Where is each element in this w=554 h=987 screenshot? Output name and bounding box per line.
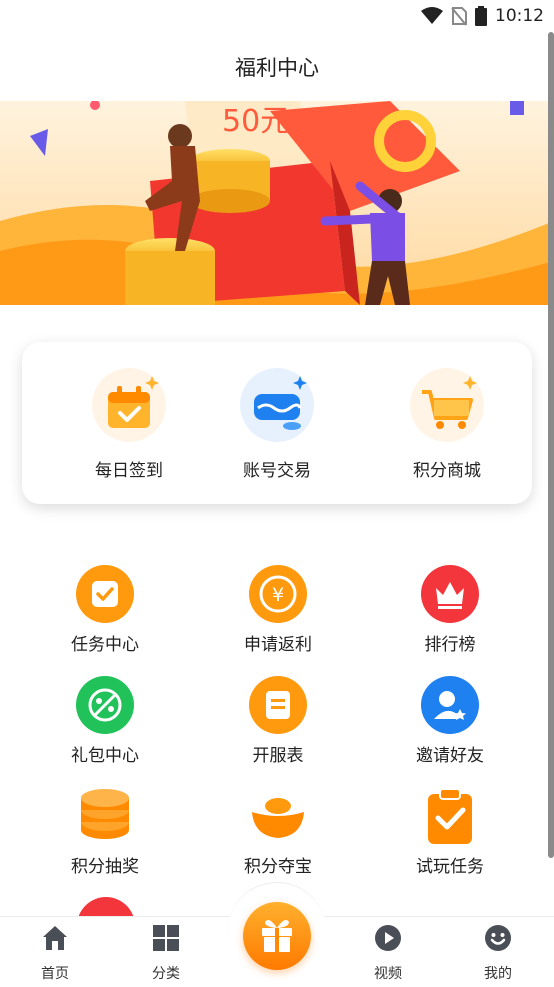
feature-points-treasure[interactable]: 积分夺宝 <box>208 786 348 877</box>
status-time: 10:12 <box>495 6 544 26</box>
quick-action-label: 账号交易 <box>243 461 311 481</box>
yuan-coin-icon: ¥ <box>248 564 308 624</box>
feature-label: 积分抽奖 <box>71 857 139 877</box>
gift-box-icon <box>262 920 292 952</box>
quick-actions-card: 每日签到 账号交易 积分商城 <box>22 342 532 504</box>
page-title: 福利中心 <box>235 56 319 80</box>
feature-apply-rebate[interactable]: ¥ 申请返利 <box>208 564 348 655</box>
nav-label: 分类 <box>152 966 180 982</box>
gift-tag-icon <box>75 675 135 735</box>
task-check-icon <box>75 564 135 624</box>
wifi-icon <box>421 7 443 24</box>
nav-home[interactable]: 首页 <box>15 923 95 983</box>
invite-user-icon <box>420 675 480 735</box>
nav-label: 我的 <box>484 966 512 982</box>
calendar-check-icon <box>92 368 166 442</box>
home-icon <box>40 923 70 953</box>
feature-label: 礼包中心 <box>71 746 139 766</box>
feature-label: 任务中心 <box>71 635 139 655</box>
scrollbar[interactable] <box>548 32 554 858</box>
gold-ingot-icon <box>248 786 308 846</box>
crown-icon <box>420 564 480 624</box>
feature-label: 试玩任务 <box>416 857 484 877</box>
feature-label: 积分夺宝 <box>244 857 312 877</box>
quick-action-account-trade[interactable]: 账号交易 <box>212 368 342 481</box>
status-bar: 10:12 <box>0 0 554 32</box>
battery-icon <box>475 6 487 26</box>
feature-gift-center[interactable]: 礼包中心 <box>35 675 175 766</box>
header: 福利中心 <box>0 32 554 102</box>
category-grid-icon <box>151 923 181 953</box>
shopping-cart-icon <box>410 368 484 442</box>
account-trade-icon <box>240 368 314 442</box>
server-list-icon <box>248 675 308 735</box>
nav-category[interactable]: 分类 <box>126 923 206 983</box>
quick-action-daily-checkin[interactable]: 每日签到 <box>64 368 194 481</box>
feature-label: 开服表 <box>252 746 304 766</box>
svg-text:¥: ¥ <box>272 584 284 606</box>
quick-action-label: 积分商城 <box>413 461 481 481</box>
status-icons: 10:12 <box>421 4 544 28</box>
feature-label: 邀请好友 <box>416 746 484 766</box>
banner-illustration: 50元 <box>0 101 554 305</box>
quick-action-points-mall[interactable]: 积分商城 <box>382 368 512 481</box>
nav-label: 视频 <box>374 966 402 982</box>
feature-server-list[interactable]: 开服表 <box>208 675 348 766</box>
feature-leaderboard[interactable]: 排行榜 <box>380 564 520 655</box>
video-play-icon <box>373 923 403 953</box>
promo-banner[interactable]: 50元 <box>0 101 554 305</box>
coin-stack-icon <box>75 786 135 846</box>
nav-label: 首页 <box>41 966 69 982</box>
feature-points-lottery[interactable]: 积分抽奖 <box>35 786 175 877</box>
smiley-profile-icon <box>483 923 513 953</box>
feature-label: 排行榜 <box>424 635 476 655</box>
feature-task-center[interactable]: 任务中心 <box>35 564 175 655</box>
nav-profile[interactable]: 我的 <box>458 923 538 983</box>
feature-trial-task[interactable]: 试玩任务 <box>380 786 520 877</box>
no-sim-icon <box>451 7 467 26</box>
nav-video[interactable]: 视频 <box>348 923 428 983</box>
feature-label: 申请返利 <box>244 635 312 655</box>
feature-invite-friends[interactable]: 邀请好友 <box>380 675 520 766</box>
clipboard-check-icon <box>420 786 480 846</box>
quick-action-label: 每日签到 <box>95 461 163 481</box>
nav-welfare-center-button[interactable] <box>243 902 311 970</box>
